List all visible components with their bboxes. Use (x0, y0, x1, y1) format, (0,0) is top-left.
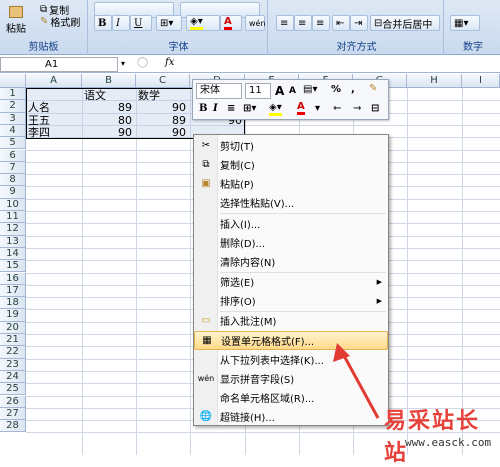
annotation-arrow (333, 343, 380, 419)
watermark-title: 易采站长站 (384, 408, 481, 466)
watermark-url: www.easck.com (405, 436, 492, 449)
